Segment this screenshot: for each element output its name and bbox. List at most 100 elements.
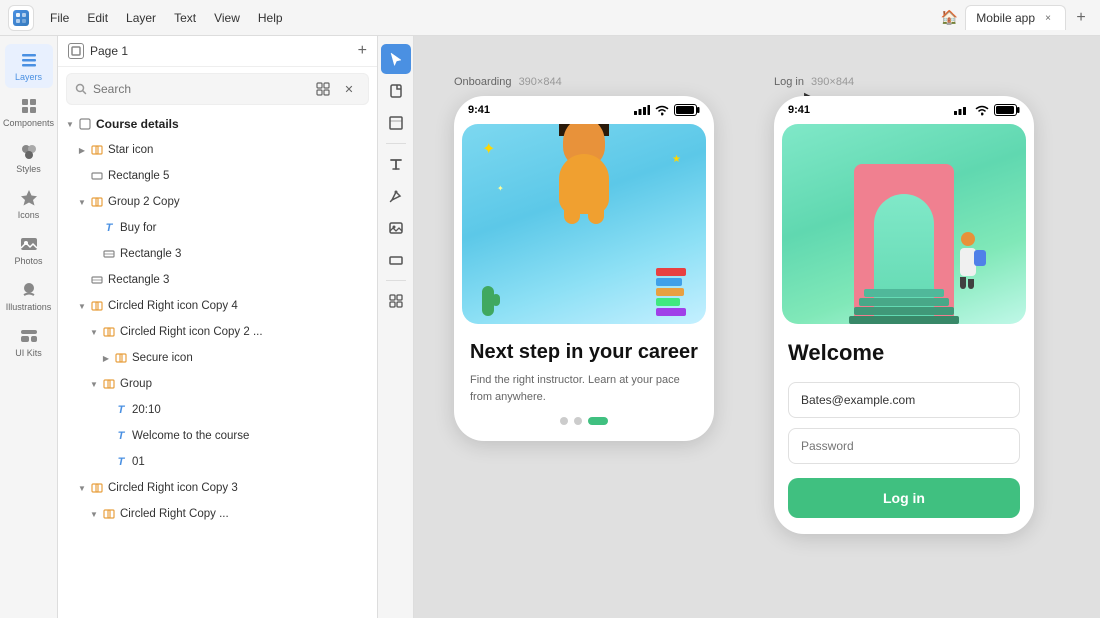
layer-circled-right-copy[interactable]: ▼ Circled Right Copy ... [58, 501, 377, 527]
select-mode-button[interactable] [312, 78, 334, 100]
onboarding-desc: Find the right instructor. Learn at your… [470, 372, 698, 405]
menu-view[interactable]: View [206, 7, 248, 29]
secure-group-icon [114, 351, 128, 365]
layer-rectangle-5[interactable]: ▶ Rectangle 5 [58, 163, 377, 189]
stair-2 [859, 298, 949, 306]
tool-grid[interactable] [381, 286, 411, 316]
layer-circled-right-3[interactable]: ▼ Circled Right icon Copy 3 [58, 475, 377, 501]
menu-file[interactable]: File [42, 7, 77, 29]
menu-edit[interactable]: Edit [79, 7, 116, 29]
sidebar-item-components[interactable]: Components [5, 90, 53, 134]
circled-right-2-label: Circled Right icon Copy 2 ... [120, 326, 371, 338]
search-icon [75, 83, 87, 95]
app-logo[interactable] [8, 5, 34, 31]
status-icons-login [954, 104, 1020, 116]
rect3n-icon [102, 247, 116, 261]
menu-layer[interactable]: Layer [118, 7, 164, 29]
email-input[interactable] [788, 382, 1020, 418]
buy-for-label: Buy for [120, 222, 371, 234]
onboarding-hero: ✦ ★ ✦ [462, 124, 706, 324]
battery-icon-login [994, 104, 1020, 116]
tool-shape[interactable] [381, 245, 411, 275]
onboarding-title: Next step in your career [470, 340, 698, 364]
tab-close-button[interactable]: × [1041, 11, 1055, 25]
close-search-button[interactable]: ✕ [338, 78, 360, 100]
layer-01[interactable]: ▶ T 01 [58, 449, 377, 475]
menu-text[interactable]: Text [166, 7, 204, 29]
cactus-decoration [482, 286, 494, 316]
tab-bar: Mobile app × + [965, 5, 1092, 30]
status-icons-onboarding [634, 104, 700, 116]
layer-circled-right-2[interactable]: ▼ Circled Right icon Copy 2 ... [58, 319, 377, 345]
rectangle5-label: Rectangle 5 [108, 170, 371, 182]
phone-login[interactable]: 9:41 [774, 96, 1034, 534]
frame-login-label: Log in 390×844 [774, 76, 854, 88]
layer-rect3[interactable]: ▶ Rectangle 3 [58, 267, 377, 293]
canvas-area[interactable]: ▶ Onboarding 390×844 9:41 [414, 36, 1100, 618]
sidebar-item-illustrations[interactable]: Illustrations [5, 274, 53, 318]
layer-star-icon[interactable]: ▶ Star icon [58, 137, 377, 163]
login-button[interactable]: Log in [788, 478, 1020, 518]
sidebar-item-styles[interactable]: Styles [5, 136, 53, 180]
deco-star-2: ★ [672, 154, 681, 165]
group2-chevron: ▼ [76, 196, 88, 208]
tool-text[interactable] [381, 149, 411, 179]
home-button[interactable]: 🏠 [935, 4, 963, 32]
tool-select[interactable] [381, 44, 411, 74]
status-bar-onboarding: 9:41 [454, 96, 714, 120]
tool-frame[interactable] [381, 108, 411, 138]
menu-bar: File Edit Layer Text View Help 🏠 Mobile … [0, 0, 1100, 36]
add-page-button[interactable]: + [358, 42, 367, 60]
star-icon-label: Star icon [108, 144, 371, 156]
menu-help[interactable]: Help [250, 7, 291, 29]
dot-2 [574, 417, 582, 425]
tool-pen[interactable] [381, 181, 411, 211]
layer-buy-for[interactable]: ▶ T Buy for [58, 215, 377, 241]
arch-scene [782, 124, 1026, 324]
cactus-body [482, 286, 494, 316]
layer-welcome-text[interactable]: ▶ T Welcome to the course [58, 423, 377, 449]
frame-login: Log in 390×844 9:41 [774, 76, 1034, 534]
tab-mobile-app[interactable]: Mobile app × [965, 5, 1066, 30]
phone-onboarding[interactable]: 9:41 [454, 96, 714, 441]
password-input[interactable] [788, 428, 1020, 464]
layer-section-header[interactable]: ▼ Course details [58, 111, 377, 137]
tool-sidebar [378, 36, 414, 618]
time-text-icon: T [114, 403, 128, 417]
layers-panel: Page 1 + ✕ [58, 36, 378, 618]
sidebar-item-uikits[interactable]: UI Kits [5, 320, 53, 364]
tab-add-button[interactable]: + [1070, 7, 1092, 29]
page-icon [68, 43, 84, 59]
sidebar-item-layers[interactable]: Layers [5, 44, 53, 88]
section-chevron: ▼ [64, 118, 76, 130]
dot-3-active [588, 417, 608, 425]
person-silhouette [960, 232, 976, 289]
tool-page[interactable] [381, 76, 411, 106]
stair-3 [854, 307, 954, 315]
layer-group2-copy[interactable]: ▼ Group 2 Copy [58, 189, 377, 215]
layer-secure-icon[interactable]: ▶ Secure icon [58, 345, 377, 371]
login-content: Welcome Log in [774, 328, 1034, 534]
frame-onboarding-dims: 390×844 [519, 76, 562, 88]
sidebar-item-icons[interactable]: Icons [5, 182, 53, 226]
layers-list: ▼ Course details ▶ Star icon [58, 111, 377, 618]
tool-image[interactable] [381, 213, 411, 243]
char-leg-left [564, 194, 580, 224]
layer-group[interactable]: ▼ Group [58, 371, 377, 397]
cr4-group-icon [90, 299, 104, 313]
layer-rect3-nested[interactable]: ▶ Rectangle 3 [58, 241, 377, 267]
section-page-icon [78, 117, 92, 131]
char-legs [559, 194, 609, 224]
search-input[interactable] [93, 82, 306, 96]
cr3-chevron: ▼ [76, 482, 88, 494]
layer-time[interactable]: ▶ T 20:10 [58, 397, 377, 423]
books-decoration [656, 268, 686, 316]
leg-left [960, 277, 966, 289]
layer-circled-right-4[interactable]: ▼ Circled Right icon Copy 4 [58, 293, 377, 319]
crc-chevron: ▼ [88, 508, 100, 520]
deco-star-3: ✦ [497, 184, 504, 193]
rect3-label: Rectangle 3 [108, 274, 371, 286]
cr2-group-icon [102, 325, 116, 339]
sidebar-item-photos[interactable]: Photos [5, 228, 53, 272]
group-label: Group [120, 378, 371, 390]
